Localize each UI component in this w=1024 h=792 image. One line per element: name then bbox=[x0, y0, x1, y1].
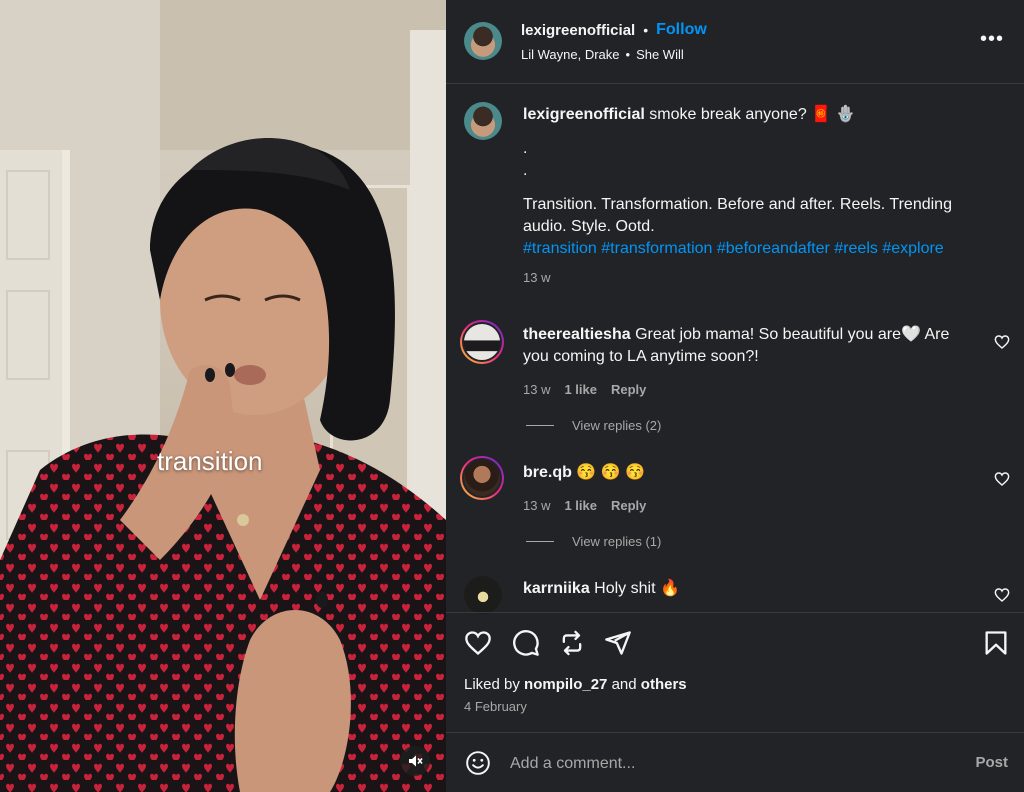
reel-video[interactable]: transition bbox=[0, 0, 446, 792]
post-actions bbox=[446, 612, 1024, 732]
bookmark-icon[interactable] bbox=[982, 629, 1010, 657]
video-person bbox=[0, 137, 446, 792]
liked-by-others[interactable]: others bbox=[641, 676, 687, 693]
comment-username[interactable]: bre.qb bbox=[523, 464, 572, 481]
liked-by-and: and bbox=[611, 676, 637, 693]
reply-button[interactable]: Reply bbox=[611, 382, 646, 397]
view-replies-button[interactable]: View replies (1) bbox=[526, 534, 661, 549]
view-replies-label: View replies (1) bbox=[572, 534, 662, 549]
audio-title[interactable]: She Will bbox=[636, 47, 684, 62]
liked-by: Liked by nompilo_27 and others bbox=[464, 676, 687, 693]
comment-time[interactable]: 13 w bbox=[523, 498, 550, 513]
view-replies-label: View replies (2) bbox=[572, 418, 662, 433]
caption-hashtags[interactable]: #transition #transformation #beforeandaf… bbox=[523, 238, 993, 260]
liked-by-user[interactable]: nompilo_27 bbox=[524, 676, 607, 693]
header-username[interactable]: lexigreenofficial bbox=[521, 22, 635, 39]
comment-input[interactable] bbox=[510, 753, 950, 775]
emoji-icon[interactable] bbox=[465, 750, 491, 776]
audio-separator: • bbox=[625, 47, 631, 62]
comment-item: karrniika Holy shit 🔥 bbox=[523, 578, 963, 600]
comment-like-icon[interactable] bbox=[994, 471, 1010, 487]
comment-line: theerealtiesha Great job mama! So beauti… bbox=[523, 324, 963, 368]
like-heart-icon[interactable] bbox=[464, 629, 492, 657]
comment-likes[interactable]: 1 like bbox=[564, 382, 597, 397]
more-options-icon[interactable]: ••• bbox=[980, 28, 1004, 51]
comment-bar: Post bbox=[446, 732, 1024, 792]
liked-by-prefix: Liked by bbox=[464, 676, 520, 693]
comment-line: karrniika Holy shit 🔥 bbox=[523, 578, 963, 600]
avatar[interactable] bbox=[464, 22, 502, 60]
audio-artists[interactable]: Lil Wayne, Drake bbox=[521, 47, 620, 62]
caption: lexigreenofficial smoke break anyone? 🧧 … bbox=[523, 104, 993, 285]
comment-meta: 13 w 1 like Reply bbox=[523, 498, 963, 513]
comment-meta: 13 w 1 like Reply bbox=[523, 382, 963, 397]
comment-avatar[interactable] bbox=[464, 576, 502, 614]
post-header: lexigreenofficial • Follow Lil Wayne, Dr… bbox=[446, 0, 1024, 84]
header-user-row: lexigreenofficial • Follow bbox=[521, 21, 707, 39]
share-send-icon[interactable] bbox=[604, 629, 632, 657]
comment-username[interactable]: theerealtiesha bbox=[523, 326, 631, 343]
comment-bubble-icon[interactable] bbox=[512, 629, 540, 657]
repost-icon[interactable] bbox=[558, 629, 586, 657]
post-panel: lexigreenofficial • Follow Lil Wayne, Dr… bbox=[446, 0, 1024, 792]
avatar-image bbox=[462, 458, 502, 498]
post-comment-button[interactable]: Post bbox=[975, 754, 1008, 771]
video-overlay-text: transition bbox=[157, 446, 263, 476]
divider bbox=[526, 541, 554, 542]
reply-button[interactable]: Reply bbox=[611, 498, 646, 513]
caption-avatar[interactable] bbox=[464, 102, 502, 140]
comment-line: bre.qb 😚 😚 😚 bbox=[523, 462, 963, 484]
comment-item: bre.qb 😚 😚 😚 13 w 1 like Reply bbox=[523, 462, 963, 513]
caption-username[interactable]: lexigreenofficial bbox=[523, 106, 645, 123]
comment-like-icon[interactable] bbox=[994, 587, 1010, 603]
audio-row: Lil Wayne, Drake • She Will bbox=[521, 47, 684, 62]
speaker-muted-icon bbox=[409, 755, 423, 767]
post-date[interactable]: 4 February bbox=[464, 699, 527, 714]
mute-button[interactable] bbox=[400, 746, 430, 776]
comment-time[interactable]: 13 w bbox=[523, 382, 550, 397]
caption-text: smoke break anyone? 🧧 🪬 bbox=[649, 106, 856, 123]
comment-likes[interactable]: 1 like bbox=[564, 498, 597, 513]
avatar-image bbox=[462, 322, 502, 362]
comment-username[interactable]: karrniika bbox=[523, 580, 590, 597]
caption-dot: . bbox=[523, 162, 528, 179]
caption-body: Transition. Transformation. Before and a… bbox=[523, 196, 952, 235]
comment-text: 😚 😚 😚 bbox=[576, 464, 645, 481]
caption-time[interactable]: 13 w bbox=[523, 270, 993, 285]
caption-dot: . bbox=[523, 140, 528, 157]
follow-button[interactable]: Follow bbox=[656, 21, 707, 39]
divider bbox=[526, 425, 554, 426]
caption-line: lexigreenofficial smoke break anyone? 🧧 … bbox=[523, 104, 993, 126]
view-replies-button[interactable]: View replies (2) bbox=[526, 418, 661, 433]
header-separator: • bbox=[643, 22, 649, 38]
comment-item: theerealtiesha Great job mama! So beauti… bbox=[523, 324, 963, 397]
comment-avatar[interactable] bbox=[460, 456, 504, 500]
comment-text: Holy shit 🔥 bbox=[594, 580, 680, 597]
comment-like-icon[interactable] bbox=[994, 334, 1010, 350]
comment-avatar[interactable] bbox=[460, 320, 504, 364]
